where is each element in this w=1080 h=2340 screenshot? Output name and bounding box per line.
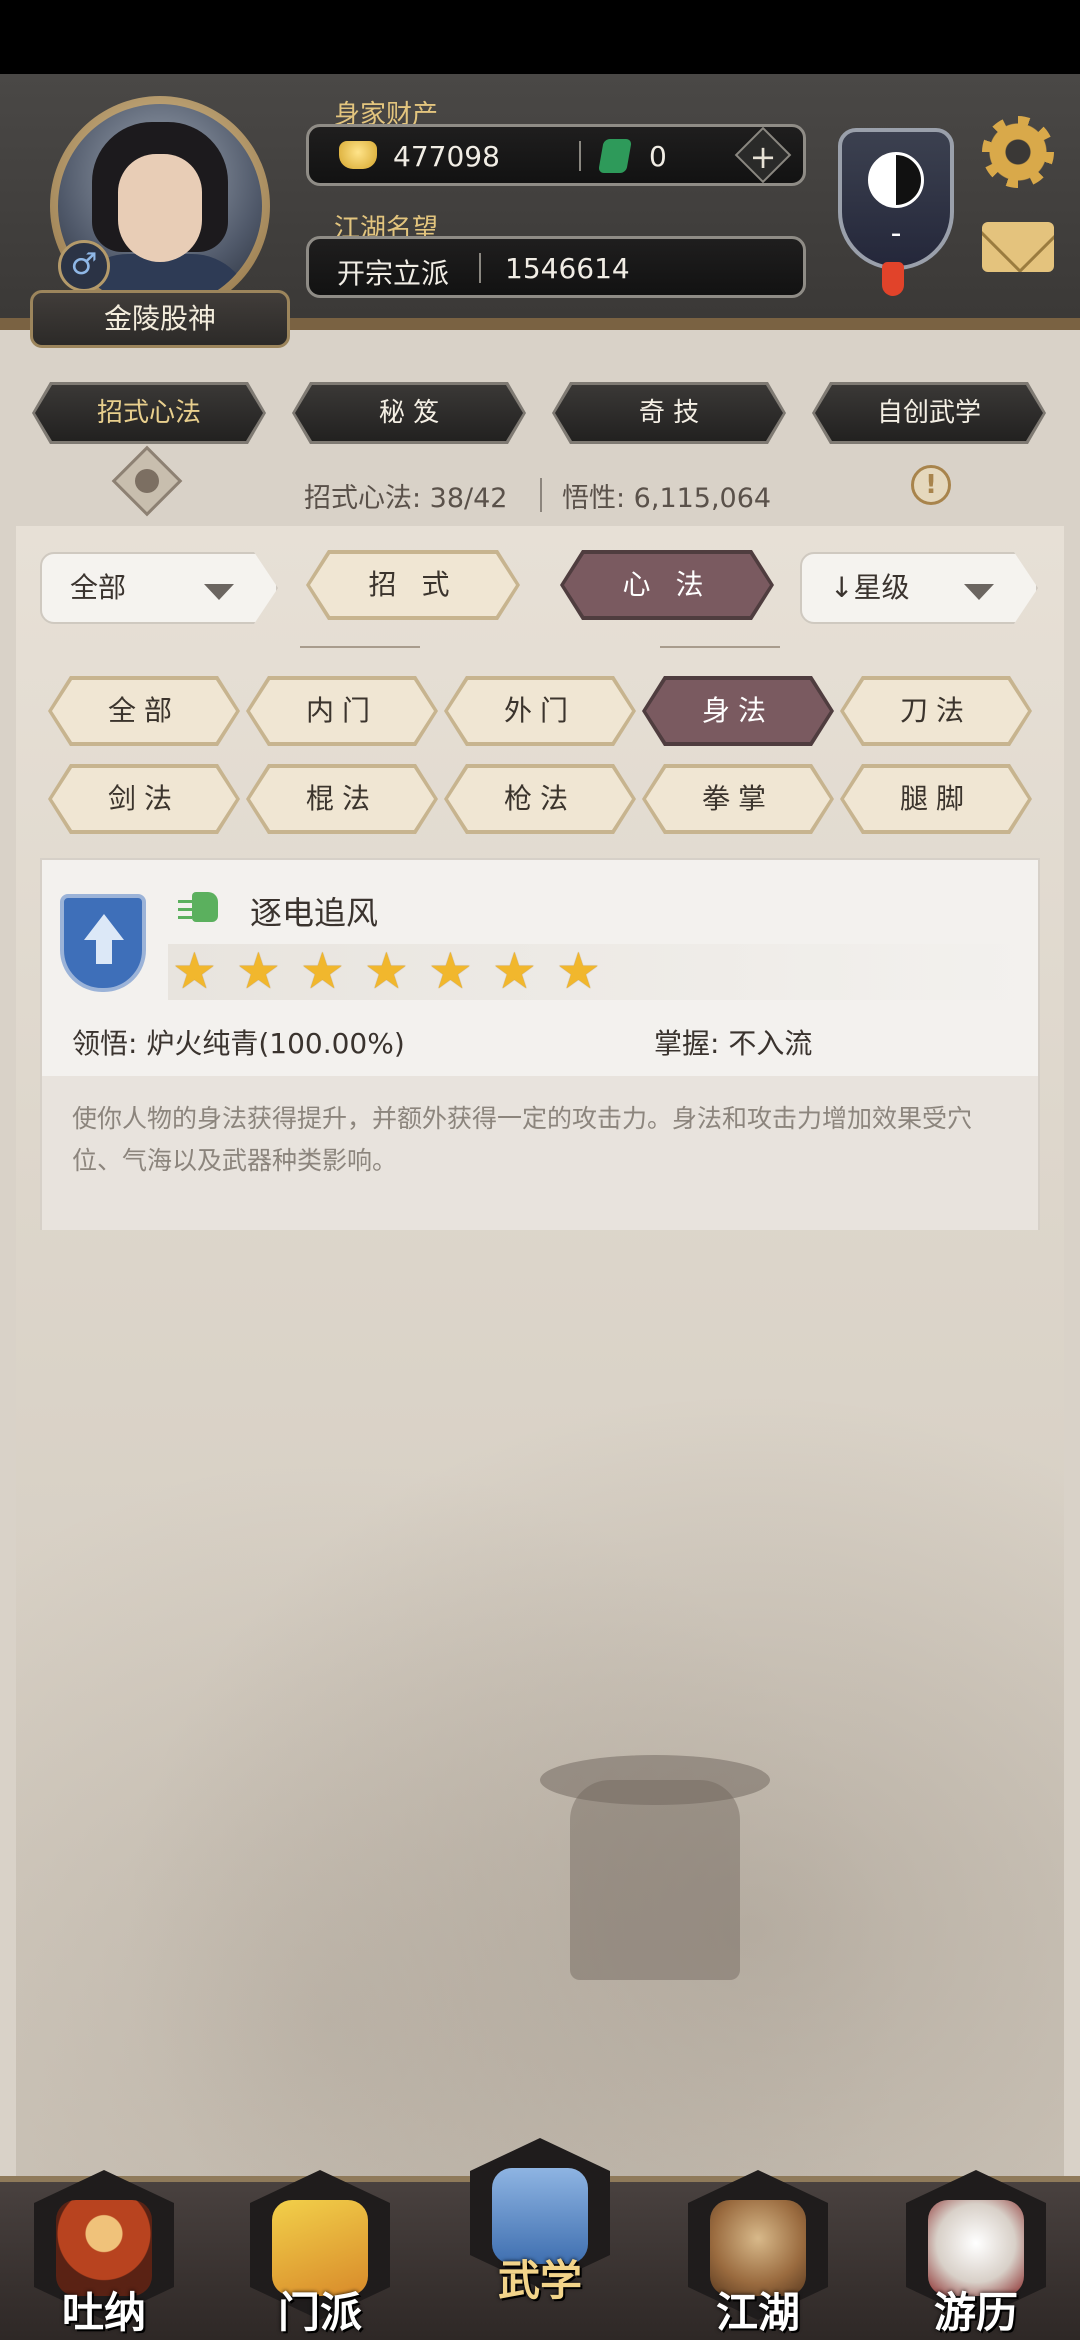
subcat-label: 腿脚	[844, 768, 1028, 830]
nav-jianghu[interactable]: 江湖	[688, 2170, 828, 2340]
nav-breathing[interactable]: 吐纳	[34, 2170, 174, 2340]
sort-dropdown[interactable]: ↓星级	[800, 552, 1038, 624]
subcat-fist-palm[interactable]: 拳掌	[642, 764, 834, 834]
star-icon: ★	[172, 942, 217, 1000]
tab-label: 招式心法	[35, 385, 263, 441]
divider-ornament	[660, 646, 780, 648]
background-figure	[570, 1780, 740, 1980]
skill-mastery: 掌握: 不入流	[654, 1027, 813, 1060]
category-dropdown-value: 全部	[70, 571, 127, 604]
tab-moves[interactable]: 招 式	[306, 550, 520, 620]
subcat-label: 外门	[448, 680, 632, 742]
star-icon: ★	[364, 942, 409, 1000]
eye-view-icon[interactable]	[111, 445, 183, 517]
star-icon: ★	[556, 942, 601, 1000]
gold-ingot-icon	[339, 141, 377, 169]
gold-amount: 477098	[393, 140, 500, 173]
subcat-outer[interactable]: 外门	[444, 676, 636, 746]
nav-label: 江湖	[715, 2288, 800, 2337]
tab-mind-methods[interactable]: 心 法	[560, 550, 774, 620]
reputation-bar: 开宗立派 1546614	[306, 236, 806, 298]
comprehension-value: 悟性: 6,115,064	[562, 483, 772, 514]
subcat-leg-foot[interactable]: 腿脚	[840, 764, 1032, 834]
chevron-down-icon	[964, 584, 994, 600]
star-icon: ★	[300, 942, 345, 1000]
mail-envelope-icon[interactable]	[982, 222, 1054, 272]
skill-star-rating: ★ ★ ★ ★ ★ ★ ★	[168, 944, 1032, 1000]
jade-icon	[598, 139, 632, 173]
subcat-saber[interactable]: 刀法	[840, 676, 1032, 746]
subcat-staff[interactable]: 棍法	[246, 764, 438, 834]
taiji-level: -	[890, 216, 902, 251]
subcat-label: 身法	[646, 680, 830, 742]
nav-sect[interactable]: 门派	[250, 2170, 390, 2340]
info-warning-icon[interactable]: !	[911, 465, 951, 505]
star-icon: ★	[428, 942, 473, 1000]
add-currency-button[interactable]: +	[734, 126, 792, 184]
tab-label: 自创武学	[815, 385, 1043, 441]
tab-label: 秘 笈	[295, 385, 523, 441]
subcat-label: 棍法	[250, 768, 434, 830]
subcat-all[interactable]: 全部	[48, 676, 240, 746]
taiji-rank-badge[interactable]: -	[838, 128, 954, 270]
reputation-title: 开宗立派	[337, 257, 450, 290]
skill-comprehension: 领悟: 炉火纯青(100.00%)	[72, 1027, 405, 1060]
nav-travel[interactable]: 游历	[906, 2170, 1046, 2340]
category-dropdown[interactable]: 全部	[40, 552, 278, 624]
subcat-label: 刀法	[844, 680, 1028, 742]
star-icon: ★	[492, 942, 537, 1000]
reputation-value: 1546614	[505, 252, 630, 285]
tab-label: 招 式	[310, 554, 516, 616]
subcat-label: 剑法	[52, 768, 236, 830]
subcat-sword[interactable]: 剑法	[48, 764, 240, 834]
settings-gear-icon[interactable]	[982, 116, 1054, 188]
tab-techniques-mind[interactable]: 招式心法	[32, 382, 266, 444]
divider-ornament	[300, 646, 420, 648]
chevron-down-icon	[204, 584, 234, 600]
skill-description: 使你人物的身法获得提升，并额外获得一定的攻击力。身法和攻击力增加效果受穴位、气海…	[72, 1104, 973, 1175]
nav-label: 武学	[497, 2256, 582, 2305]
subcat-spear[interactable]: 枪法	[444, 764, 636, 834]
upgrade-arrow-badge-icon	[60, 894, 146, 992]
wealth-bar: 477098 0 +	[306, 124, 806, 186]
tab-secret-manuals[interactable]: 秘 笈	[292, 382, 526, 444]
tab-label: 心 法	[564, 554, 770, 616]
jade-amount: 0	[649, 140, 667, 173]
gender-male-icon: ♂	[58, 240, 110, 292]
subcat-label: 内门	[250, 680, 434, 742]
tab-custom-martial-arts[interactable]: 自创武学	[812, 382, 1046, 444]
tassel-decoration	[882, 262, 904, 296]
subcat-label: 拳掌	[646, 768, 830, 830]
tab-special-skills[interactable]: 奇 技	[552, 382, 786, 444]
skill-card[interactable]: 逐电追风 ★ ★ ★ ★ ★ ★ ★ 领悟: 炉火纯青(100.00%) 掌握: 不入流 使…	[40, 858, 1040, 1230]
nav-martial-arts[interactable]: 武学	[470, 2138, 610, 2308]
player-name: 金陵股神	[30, 290, 290, 348]
nav-label: 游历	[933, 2288, 1018, 2337]
star-icon: ★	[236, 942, 281, 1000]
boot-speed-icon	[178, 892, 220, 926]
background-landscape	[16, 1300, 1064, 2200]
nav-label: 门派	[277, 2288, 362, 2337]
taiji-icon	[868, 152, 924, 208]
nav-label: 吐纳	[61, 2288, 146, 2337]
sort-dropdown-value: ↓星级	[830, 571, 910, 604]
skill-name: 逐电追风	[250, 894, 379, 932]
subcat-label: 枪法	[448, 768, 632, 830]
status-bar	[0, 0, 1080, 74]
subcat-inner[interactable]: 内门	[246, 676, 438, 746]
techniques-count: 招式心法: 38/42	[304, 483, 508, 514]
tab-label: 奇 技	[555, 385, 783, 441]
subcat-movement[interactable]: 身法	[642, 676, 834, 746]
subcat-label: 全部	[52, 680, 236, 742]
